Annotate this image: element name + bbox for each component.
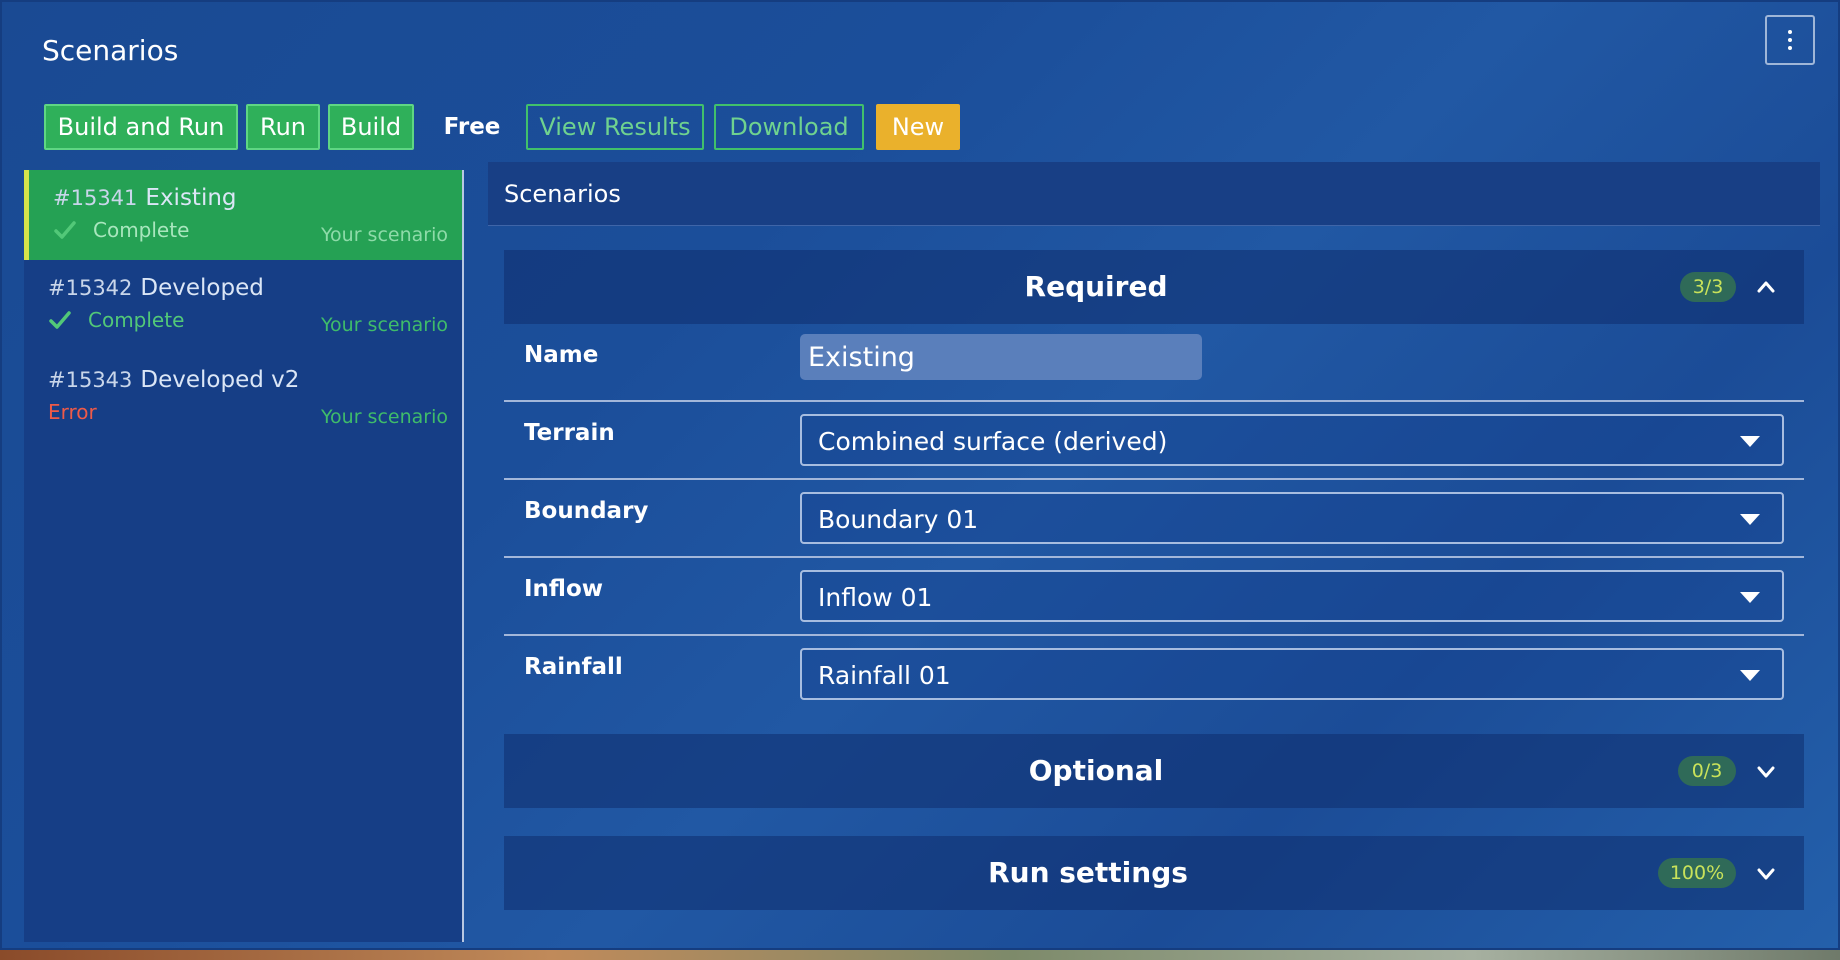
new-button[interactable]: New xyxy=(876,104,960,150)
scenario-name: Developed xyxy=(140,275,264,301)
scenario-owner: Your scenario xyxy=(320,406,448,428)
dropdown-caret-icon xyxy=(1740,670,1760,681)
main-header: Scenarios xyxy=(488,162,1820,226)
scenario-item-developed-v2[interactable]: #15343 Developed v2 Error Your scenario xyxy=(24,352,462,442)
check-icon xyxy=(49,311,71,329)
section-badge: 0/3 xyxy=(1678,756,1736,786)
field-row-terrain: Terrain Combined surface (derived) xyxy=(504,402,1804,480)
section-badge: 3/3 xyxy=(1680,272,1736,302)
section-required-header[interactable]: Required 3/3 xyxy=(504,250,1804,324)
scenario-name: Developed v2 xyxy=(140,367,300,393)
field-row-rainfall: Rainfall Rainfall 01 xyxy=(504,636,1804,714)
section-run-settings-header[interactable]: Run settings 100% xyxy=(504,836,1804,910)
field-label: Boundary xyxy=(524,498,649,524)
field-row-boundary: Boundary Boundary 01 xyxy=(504,480,1804,558)
inflow-select[interactable]: Inflow 01 xyxy=(800,570,1784,622)
select-value: Rainfall 01 xyxy=(818,661,951,690)
main-header-title: Scenarios xyxy=(504,180,621,208)
field-label: Name xyxy=(524,342,599,368)
run-button[interactable]: Run xyxy=(246,104,320,150)
section-title: Run settings xyxy=(988,856,1188,889)
free-label: Free xyxy=(443,114,501,140)
build-button[interactable]: Build xyxy=(328,104,414,150)
build-and-run-button[interactable]: Build and Run xyxy=(44,104,238,150)
panel-title: Scenarios xyxy=(42,34,179,67)
scenario-name: Existing xyxy=(145,185,237,211)
select-value: Boundary 01 xyxy=(818,505,979,534)
scenario-item-existing[interactable]: #15341 Existing Complete Your scenario xyxy=(24,170,462,260)
scenario-number: #15341 xyxy=(53,186,138,210)
scenario-owner: Your scenario xyxy=(320,224,448,246)
field-label: Rainfall xyxy=(524,654,623,680)
scenario-item-developed[interactable]: #15342 Developed Complete Your scenario xyxy=(24,260,462,350)
view-results-button[interactable]: View Results xyxy=(526,104,704,150)
section-optional-header[interactable]: Optional 0/3 xyxy=(504,734,1804,808)
scenario-number: #15342 xyxy=(48,276,133,300)
chevron-down-icon xyxy=(1757,868,1775,880)
scenario-status: Complete xyxy=(88,308,185,332)
scenario-status: Error xyxy=(48,400,97,424)
dropdown-caret-icon xyxy=(1740,436,1760,447)
dropdown-caret-icon xyxy=(1740,592,1760,603)
section-badge: 100% xyxy=(1658,858,1736,888)
scenario-number: #15343 xyxy=(48,368,133,392)
name-input[interactable] xyxy=(800,334,1202,380)
dropdown-caret-icon xyxy=(1740,514,1760,525)
scenario-status: Complete xyxy=(93,218,190,242)
section-title: Optional xyxy=(1028,754,1164,787)
field-row-inflow: Inflow Inflow 01 xyxy=(504,558,1804,636)
field-label: Inflow xyxy=(524,576,604,602)
chevron-up-icon xyxy=(1757,281,1775,293)
kebab-menu-icon[interactable] xyxy=(1765,15,1815,65)
section-title: Required xyxy=(1024,270,1168,303)
boundary-select[interactable]: Boundary 01 xyxy=(800,492,1784,544)
scenario-list: #15341 Existing Complete Your scenario #1… xyxy=(24,170,464,942)
scenarios-panel: Scenarios Build and Run Run Build Free V… xyxy=(0,0,1840,950)
rainfall-select[interactable]: Rainfall 01 xyxy=(800,648,1784,700)
field-row-name: Name xyxy=(504,324,1804,402)
chevron-down-icon xyxy=(1757,766,1775,778)
download-button[interactable]: Download xyxy=(714,104,864,150)
select-value: Combined surface (derived) xyxy=(818,427,1168,456)
check-icon xyxy=(54,221,76,239)
scenario-owner: Your scenario xyxy=(320,314,448,336)
terrain-select[interactable]: Combined surface (derived) xyxy=(800,414,1784,466)
field-label: Terrain xyxy=(524,420,615,446)
select-value: Inflow 01 xyxy=(818,583,933,612)
